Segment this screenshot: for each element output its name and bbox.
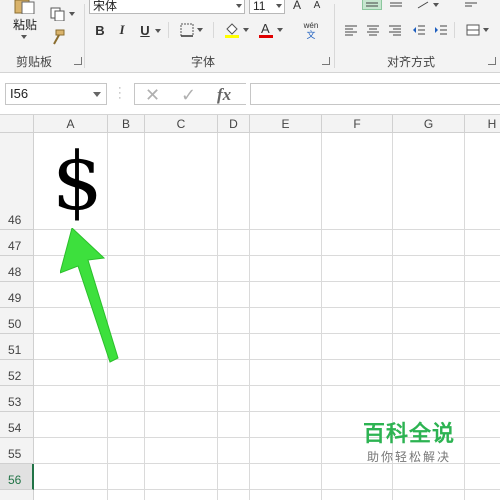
gridline-horizontal [34, 411, 500, 412]
row-header-49[interactable]: 49 [0, 282, 34, 308]
row-number: 53 [8, 395, 22, 409]
formula-input[interactable] [250, 83, 500, 105]
enter-icon[interactable]: ✓ [181, 84, 196, 106]
row-number: 56 [8, 473, 22, 487]
divider [334, 4, 335, 68]
gridline-vertical [321, 133, 322, 500]
align-left-icon[interactable] [342, 22, 360, 38]
font-color-icon[interactable]: A [255, 20, 285, 40]
divider [168, 22, 169, 38]
middle-align-icon[interactable] [386, 0, 406, 10]
paste-icon[interactable] [12, 0, 36, 14]
row-header-56[interactable]: 56 [0, 464, 34, 490]
column-header-f[interactable]: F [322, 115, 393, 133]
row-header-51[interactable]: 51 [0, 334, 34, 360]
divider [213, 22, 214, 38]
gridline-vertical [217, 133, 218, 500]
column-header-c[interactable]: C [145, 115, 218, 133]
copy-icon[interactable] [48, 6, 76, 22]
bold-button[interactable]: B [93, 22, 107, 38]
row-header-46[interactable]: 46 [0, 133, 34, 230]
insert-function-icon[interactable]: fx [217, 84, 231, 106]
watermark-title: 百科全说 [362, 421, 455, 446]
font-launcher-icon[interactable] [322, 57, 330, 65]
row-number: 46 [8, 213, 22, 227]
gridline-vertical [249, 133, 250, 500]
phonetic-top: wén [303, 20, 319, 30]
font-size-select[interactable]: 11 [249, 0, 285, 14]
divider [454, 22, 455, 38]
clipboard-launcher-icon[interactable] [74, 57, 82, 65]
font-group-label: 字体 [191, 55, 216, 69]
row-header-57[interactable]: 57 [0, 490, 34, 500]
underline-dropdown-icon[interactable] [155, 29, 161, 33]
gridline-vertical [144, 133, 145, 500]
select-all-corner[interactable] [0, 115, 34, 133]
gridline-horizontal [34, 489, 500, 490]
font-size-value: 11 [253, 0, 266, 13]
row-header-54[interactable]: 54 [0, 412, 34, 438]
grow-font-button[interactable]: A [290, 0, 304, 12]
formula-bar: I56 · · · ✕ ✓ fx [0, 73, 500, 115]
row-header-53[interactable]: 53 [0, 386, 34, 412]
clipboard-group-label: 剪贴板 [16, 55, 53, 69]
column-header-h[interactable]: H [465, 115, 500, 133]
paste-dropdown-icon[interactable] [21, 35, 27, 39]
merge-center-icon[interactable] [462, 22, 492, 38]
orientation-icon[interactable] [414, 0, 440, 10]
cell-a46-value: $ [52, 135, 103, 228]
top-align-icon[interactable] [362, 0, 382, 10]
green-arrow-annotation [60, 228, 119, 363]
gridline-horizontal [34, 385, 500, 386]
row-number: 54 [8, 421, 22, 435]
column-header-d[interactable]: D [218, 115, 250, 133]
underline-button[interactable]: U [138, 22, 152, 38]
column-header-g[interactable]: G [393, 115, 465, 133]
row-header-47[interactable]: 47 [0, 230, 34, 256]
row-number: 52 [8, 369, 22, 383]
name-box-value: I56 [10, 86, 29, 101]
align-center-icon[interactable] [364, 22, 382, 38]
column-header-a[interactable]: A [34, 115, 108, 133]
row-number: 50 [8, 317, 22, 331]
phonetic-bottom: 文 [306, 29, 316, 40]
italic-button[interactable]: I [115, 22, 129, 38]
font-name-select[interactable]: 宋体 [89, 0, 245, 14]
alignment-launcher-icon[interactable] [488, 57, 496, 65]
row-header-52[interactable]: 52 [0, 360, 34, 386]
wrap-text-icon[interactable] [462, 0, 480, 10]
font-name-value: 宋体 [93, 0, 118, 13]
formula-buttons: ✕ ✓ fx [134, 83, 246, 105]
border-icon[interactable] [178, 22, 204, 38]
divider [84, 4, 85, 68]
shrink-font-button[interactable]: A [310, 0, 324, 11]
align-right-icon[interactable] [386, 22, 404, 38]
row-number: 51 [8, 343, 22, 357]
cancel-icon[interactable]: ✕ [145, 84, 160, 106]
row-number: 48 [8, 265, 22, 279]
increase-indent-icon[interactable] [432, 22, 450, 38]
row-header-55[interactable]: 55 [0, 438, 34, 464]
column-header-b[interactable]: B [108, 115, 145, 133]
row-header-48[interactable]: 48 [0, 256, 34, 282]
row-number: 49 [8, 291, 22, 305]
watermark-logo: 百科全说 助你轻松解决 [350, 420, 468, 472]
paste-button[interactable]: 粘贴 [13, 16, 37, 33]
watermark-subtitle: 助你轻松解决 [366, 450, 451, 464]
name-box[interactable]: I56 [5, 83, 107, 105]
alignment-group-label: 对齐方式 [387, 55, 436, 69]
phonetic-icon[interactable]: wén 文 [297, 20, 325, 40]
ribbon: 粘贴 剪贴板 宋体 11 A A B I U A wén 文 字体 对齐方式 [0, 0, 500, 73]
row-header-50[interactable]: 50 [0, 308, 34, 334]
fill-color-icon[interactable] [222, 20, 250, 40]
svg-text:A: A [261, 21, 270, 36]
decrease-indent-icon[interactable] [410, 22, 428, 38]
format-painter-icon[interactable] [48, 28, 68, 46]
more-options-icon[interactable]: · · · [118, 83, 122, 104]
row-number: 55 [8, 447, 22, 461]
column-header-e[interactable]: E [250, 115, 322, 133]
name-box-dropdown-icon[interactable] [93, 92, 101, 97]
row-number: 47 [8, 239, 22, 253]
